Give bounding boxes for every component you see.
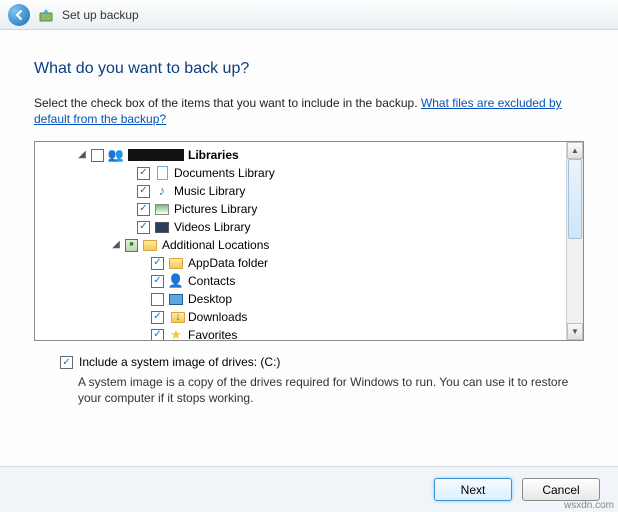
titlebar: Set up backup <box>0 0 618 30</box>
tree-item-appdata[interactable]: AppData folder <box>37 254 564 272</box>
document-icon <box>154 165 170 181</box>
backup-tree-container: ◢ 👥 Libraries Documents Library ♪ Music … <box>34 141 584 341</box>
checkbox-downloads[interactable] <box>151 311 164 324</box>
system-image-description: A system image is a copy of the drives r… <box>78 375 584 406</box>
libraries-label: Libraries <box>188 146 239 164</box>
backup-icon <box>38 7 54 23</box>
next-button[interactable]: Next <box>434 478 512 501</box>
contacts-icon: 👤 <box>168 273 184 289</box>
description-text: Select the check box of the items that y… <box>34 96 421 110</box>
checkbox-desktop[interactable] <box>151 293 164 306</box>
tree-scrollbar[interactable]: ▲ ▼ <box>566 142 583 340</box>
redacted-username <box>128 149 184 161</box>
checkbox-favorites[interactable] <box>151 329 164 341</box>
checkbox-appdata[interactable] <box>151 257 164 270</box>
checkbox-videos[interactable] <box>137 221 150 234</box>
wizard-buttons: Next Cancel <box>0 466 618 512</box>
checkbox-system-image[interactable] <box>60 356 73 369</box>
tree-item-downloads[interactable]: ↓ Downloads <box>37 308 564 326</box>
additional-label: Additional Locations <box>162 236 269 254</box>
collapse-icon[interactable]: ◢ <box>111 236 121 254</box>
checkbox-contacts[interactable] <box>151 275 164 288</box>
tree-item-pictures[interactable]: Pictures Library <box>37 200 564 218</box>
scroll-track[interactable] <box>567 159 583 323</box>
backup-wizard-window: Set up backup What do you want to back u… <box>0 0 618 512</box>
item-label: Desktop <box>188 290 232 308</box>
system-image-label: Include a system image of drives: (C:) <box>79 355 280 369</box>
desktop-icon <box>168 291 184 307</box>
scroll-up-button[interactable]: ▲ <box>567 142 583 159</box>
item-label: Pictures Library <box>174 200 257 218</box>
checkbox-music[interactable] <box>137 185 150 198</box>
favorites-icon: ★ <box>168 327 184 340</box>
description: Select the check box of the items that y… <box>34 96 584 127</box>
tree-item-contacts[interactable]: 👤 Contacts <box>37 272 564 290</box>
tree-item-documents[interactable]: Documents Library <box>37 164 564 182</box>
back-button[interactable] <box>8 4 30 26</box>
system-image-row: Include a system image of drives: (C:) <box>34 355 584 369</box>
content-area: What do you want to back up? Select the … <box>0 30 618 466</box>
tree-root-libraries[interactable]: ◢ 👥 Libraries <box>37 146 564 164</box>
item-label: Favorites <box>188 326 237 340</box>
item-label: Documents Library <box>174 164 275 182</box>
scroll-thumb[interactable] <box>568 159 582 239</box>
pictures-icon <box>154 201 170 217</box>
item-label: Videos Library <box>174 218 251 236</box>
downloads-icon: ↓ <box>168 309 184 325</box>
tree-item-favorites[interactable]: ★ Favorites <box>37 326 564 340</box>
backup-tree[interactable]: ◢ 👥 Libraries Documents Library ♪ Music … <box>35 142 566 340</box>
cancel-button[interactable]: Cancel <box>522 478 600 501</box>
item-label: AppData folder <box>188 254 268 272</box>
page-heading: What do you want to back up? <box>34 60 584 78</box>
watermark: wsxdn.com <box>564 500 614 511</box>
tree-item-music[interactable]: ♪ Music Library <box>37 182 564 200</box>
music-icon: ♪ <box>154 183 170 199</box>
tree-item-desktop[interactable]: Desktop <box>37 290 564 308</box>
folder-icon <box>168 255 184 271</box>
checkbox-documents[interactable] <box>137 167 150 180</box>
tree-item-videos[interactable]: Videos Library <box>37 218 564 236</box>
item-label: Music Library <box>174 182 245 200</box>
item-label: Contacts <box>188 272 235 290</box>
item-label: Downloads <box>188 308 247 326</box>
checkbox-libraries[interactable] <box>91 149 104 162</box>
videos-icon <box>154 219 170 235</box>
tree-additional-locations[interactable]: ◢ Additional Locations <box>37 236 564 254</box>
scroll-down-button[interactable]: ▼ <box>567 323 583 340</box>
folder-icon <box>142 237 158 253</box>
window-title: Set up backup <box>62 8 139 22</box>
checkbox-additional[interactable] <box>125 239 138 252</box>
collapse-icon[interactable]: ◢ <box>77 146 87 164</box>
checkbox-pictures[interactable] <box>137 203 150 216</box>
users-icon: 👥 <box>108 147 124 163</box>
